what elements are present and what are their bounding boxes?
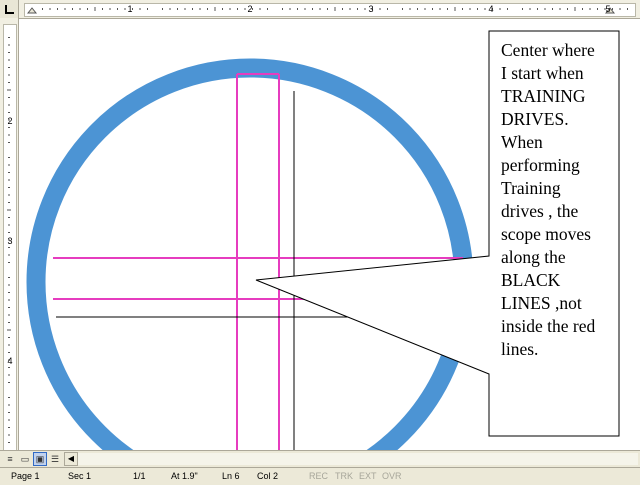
normal-view-icon[interactable]: ≡	[3, 452, 17, 466]
outline-view-icon[interactable]: ☰	[48, 452, 62, 466]
ruler-number: 3	[7, 236, 13, 246]
callout-line: performing	[501, 155, 580, 175]
callout-line: drives , the	[501, 201, 579, 221]
callout-line: I start when	[501, 63, 584, 83]
ruler-number: 5	[605, 4, 611, 14]
ruler-number: 1	[127, 4, 133, 14]
callout-line: along the	[501, 247, 566, 267]
callout-line: Center where	[501, 40, 595, 60]
vertical-ruler[interactable]: 2 3 4	[0, 18, 19, 452]
callout-line: TRAINING	[501, 86, 586, 106]
ruler-number: 4	[7, 356, 13, 366]
ruler-number: 2	[247, 4, 253, 14]
callout-line: LINES ,not	[501, 293, 582, 313]
status-rec[interactable]: REC	[309, 471, 328, 481]
callout-line: scope moves	[501, 224, 591, 244]
left-indent-marker	[26, 7, 38, 14]
document-page[interactable]: Center where I start when TRAINING DRIVE…	[19, 19, 640, 450]
horizontal-ruler[interactable]: 1 2 3 4 5	[0, 0, 640, 19]
callout-line: When	[501, 132, 543, 152]
callout-line: BLACK	[501, 270, 561, 290]
web-layout-icon[interactable]: ▭	[18, 452, 32, 466]
status-trk[interactable]: TRK	[335, 471, 353, 481]
status-section: Sec 1	[68, 471, 92, 481]
horizontal-scrollbar[interactable]	[78, 453, 638, 465]
ruler-number: 2	[7, 116, 13, 126]
status-page: Page 1	[11, 471, 40, 481]
callout-line: DRIVES.	[501, 109, 569, 129]
status-bar: Page 1 Sec 1 1/1 At 1.9" Ln 6 Col 2 REC …	[0, 467, 640, 485]
scroll-left-arrow-icon[interactable]: ◀	[64, 452, 78, 466]
callout-line: inside the red	[501, 316, 596, 336]
callout-text[interactable]: Center where I start when TRAINING DRIVE…	[501, 39, 619, 361]
print-layout-icon[interactable]: ▣	[33, 452, 47, 466]
view-bar: ≡ ▭ ▣ ☰ ◀	[0, 450, 640, 467]
status-page-count: 1/1	[133, 471, 146, 481]
status-at: At 1.9"	[171, 471, 198, 481]
ruler-number: 3	[368, 4, 374, 14]
callout-line: Training	[501, 178, 561, 198]
status-line: Ln 6	[222, 471, 240, 481]
ruler-number: 4	[488, 4, 494, 14]
status-ovr[interactable]: OVR	[382, 471, 402, 481]
ruler-ticks	[26, 7, 628, 14]
status-column: Col 2	[257, 471, 279, 481]
vertical-ruler-ticks	[7, 37, 11, 443]
status-ext[interactable]: EXT	[359, 471, 377, 481]
callout-line: lines.	[501, 339, 539, 359]
